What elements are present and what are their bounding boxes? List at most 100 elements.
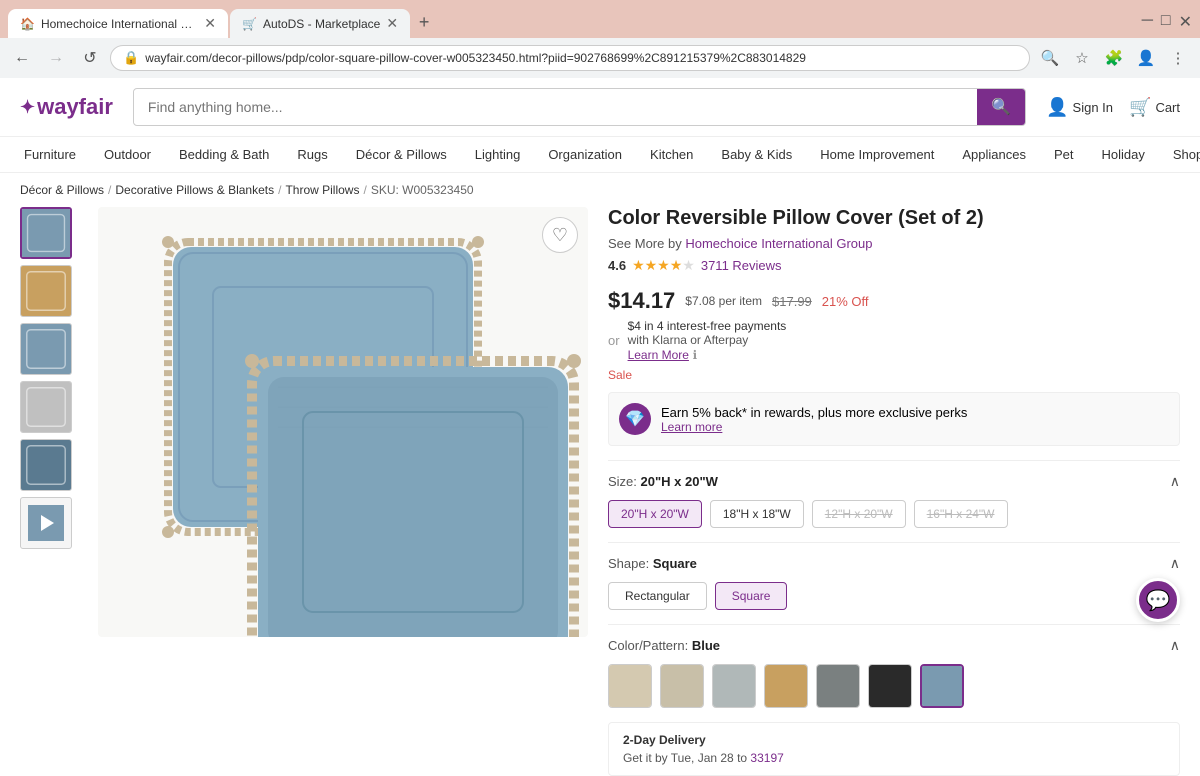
color-swatch-c4[interactable] [764, 664, 808, 708]
size-btn-20Hx20W[interactable]: 20"H x 20"W [608, 500, 702, 528]
color-options [608, 664, 1180, 708]
delivery-detail: Get it by Tue, Jan 28 to 33197 [623, 751, 1165, 765]
extensions-button[interactable]: 🧩 [1100, 44, 1128, 72]
search-button[interactable]: 🔍 [977, 89, 1025, 125]
nav-item-babykids[interactable]: Baby & Kids [717, 137, 796, 172]
review-link[interactable]: 3711 Reviews [701, 258, 782, 273]
browser-tab-tab2[interactable]: 🛒AutoDS - Marketplace✕ [230, 9, 410, 38]
color-value: Blue [692, 638, 720, 653]
product-info: Color Reversible Pillow Cover (Set of 2)… [608, 207, 1180, 776]
tab-favicon-tab1: 🏠 [20, 17, 35, 31]
thumbnail-1[interactable] [20, 265, 72, 317]
see-more: See More by Homechoice International Gro… [608, 236, 1180, 251]
breadcrumb-item-2[interactable]: Throw Pillows [285, 183, 359, 197]
new-tab-button[interactable]: + [410, 8, 438, 36]
back-button[interactable]: ← [8, 44, 36, 72]
address-text: wayfair.com/decor-pillows/pdp/color-squa… [145, 51, 1017, 65]
rewards-link[interactable]: Learn more [661, 420, 967, 434]
thumbnail-5[interactable] [20, 497, 72, 549]
breadcrumb-item-0[interactable]: Décor & Pillows [20, 183, 104, 197]
thumbnails [20, 207, 78, 776]
close-button[interactable]: ✕ [1179, 12, 1192, 32]
color-swatch-c6[interactable] [868, 664, 912, 708]
color-swatch-c3[interactable] [712, 664, 756, 708]
product-image [98, 207, 588, 637]
tab-close-tab2[interactable]: ✕ [386, 15, 398, 32]
nav-item-shopbyroom[interactable]: Shop by Room [1169, 137, 1200, 172]
wayfair-header: ✦ wayfair 🔍 👤 Sign In 🛒 Cart [0, 78, 1200, 137]
shape-section: Shape: Square ∧ RectangularSquare [608, 542, 1180, 610]
nav-item-rugs[interactable]: Rugs [293, 137, 331, 172]
wayfair-logo[interactable]: ✦ wayfair [20, 94, 113, 120]
shape-btn-rectangular[interactable]: Rectangular [608, 582, 707, 610]
maximize-button[interactable]: □ [1161, 12, 1171, 32]
size-chevron-icon: ∧ [1170, 473, 1180, 490]
nav-item-holiday[interactable]: Holiday [1098, 137, 1149, 172]
color-swatch-c7[interactable] [920, 664, 964, 708]
header-actions: 👤 Sign In 🛒 Cart [1046, 97, 1180, 118]
color-swatch-c5[interactable] [816, 664, 860, 708]
tab-favicon-tab2: 🛒 [242, 17, 257, 31]
tab-close-tab1[interactable]: ✕ [204, 15, 216, 32]
thumbnail-2[interactable] [20, 323, 72, 375]
nav-item-dcorpillows[interactable]: Décor & Pillows [352, 137, 451, 172]
size-header: Size: 20"H x 20"W ∧ [608, 473, 1180, 490]
main-image: ♡ [98, 207, 588, 637]
chat-button[interactable]: 💬 [1136, 578, 1180, 622]
size-label: Size: 20"H x 20"W [608, 474, 718, 489]
nav-item-beddingbath[interactable]: Bedding & Bath [175, 137, 273, 172]
thumbnail-3[interactable] [20, 381, 72, 433]
nav-item-outdoor[interactable]: Outdoor [100, 137, 155, 172]
menu-button[interactable]: ⋮ [1164, 44, 1192, 72]
account-button[interactable]: 👤 [1132, 44, 1160, 72]
thumbnail-0[interactable] [20, 207, 72, 259]
browser-toolbar: ← → ↺ 🔒 wayfair.com/decor-pillows/pdp/co… [0, 38, 1200, 78]
browser-tab-tab1[interactable]: 🏠Homechoice International Gro...✕ [8, 9, 228, 38]
nav-item-organization[interactable]: Organization [544, 137, 626, 172]
nav-item-pet[interactable]: Pet [1050, 137, 1078, 172]
size-value: 20"H x 20"W [641, 474, 718, 489]
thumbnail-4[interactable] [20, 439, 72, 491]
color-swatch-c2[interactable] [660, 664, 704, 708]
klarna-link[interactable]: Learn More [628, 348, 689, 362]
shape-btn-square[interactable]: Square [715, 582, 788, 610]
nav-item-lighting[interactable]: Lighting [471, 137, 525, 172]
search-input[interactable] [134, 91, 977, 123]
breadcrumb-item-1[interactable]: Decorative Pillows & Blankets [115, 183, 274, 197]
toolbar-actions: 🔍 ☆ 🧩 👤 ⋮ [1036, 44, 1192, 72]
rewards-icon: 💎 [619, 403, 651, 435]
sign-in-button[interactable]: 👤 Sign In [1046, 97, 1113, 118]
shape-value: Square [653, 556, 697, 571]
breadcrumb-sep-2: / [278, 183, 281, 197]
cart-label: Cart [1155, 100, 1180, 115]
nav-item-homeimprovement[interactable]: Home Improvement [816, 137, 938, 172]
nav-item-kitchen[interactable]: Kitchen [646, 137, 697, 172]
wishlist-button[interactable]: ♡ [542, 217, 578, 253]
reload-button[interactable]: ↺ [76, 44, 104, 72]
discount-badge: 21% Off [822, 294, 869, 309]
minimize-button[interactable]: ─ [1142, 12, 1153, 32]
breadcrumb: Décor & Pillows / Decorative Pillows & Bla… [0, 173, 1200, 207]
breadcrumb-item-3: SKU: W005323450 [371, 183, 474, 197]
forward-button[interactable]: → [42, 44, 70, 72]
price-row: $14.17 $7.08 per item $17.99 21% Off [608, 288, 1180, 314]
color-swatch-c1[interactable] [608, 664, 652, 708]
brand-link[interactable]: Homechoice International Group [685, 236, 872, 251]
search-browser-button[interactable]: 🔍 [1036, 44, 1064, 72]
shape-options: Rectangular Square [608, 582, 1180, 610]
size-btn-18Hx18W[interactable]: 18"H x 18"W [710, 500, 804, 528]
size-btn-16Hx24W[interactable]: 16"H x 24"W [914, 500, 1008, 528]
delivery-zip[interactable]: 33197 [750, 751, 783, 765]
bookmark-button[interactable]: ☆ [1068, 44, 1096, 72]
color-label: Color/Pattern: Blue [608, 638, 720, 653]
cart-button[interactable]: 🛒 Cart [1129, 97, 1180, 118]
nav-item-furniture[interactable]: Furniture [20, 137, 80, 172]
address-bar[interactable]: 🔒 wayfair.com/decor-pillows/pdp/color-sq… [110, 45, 1030, 71]
logo-text: wayfair [37, 94, 113, 120]
lock-icon: 🔒 [123, 50, 139, 66]
size-btn-12Hx20W[interactable]: 12"H x 20"W [812, 500, 906, 528]
delivery-text: Get it by Tue, Jan 28 to [623, 751, 747, 765]
size-options: 20"H x 20"W 18"H x 18"W 12"H x 20"W 16"H x … [608, 500, 1180, 528]
nav-item-appliances[interactable]: Appliances [958, 137, 1030, 172]
browser-tabs: 🏠Homechoice International Gro...✕🛒AutoDS… [8, 9, 410, 38]
